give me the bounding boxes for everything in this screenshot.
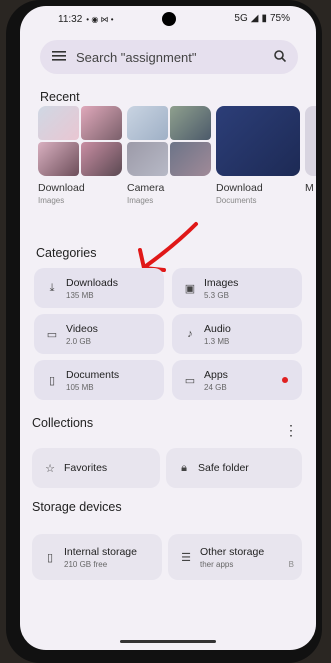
storage-label: Internal storage xyxy=(64,545,137,558)
storage-extra: B xyxy=(288,560,294,569)
recent-item-subtitle: Images xyxy=(38,196,65,205)
category-label: Videos xyxy=(66,322,98,335)
storage-internal[interactable]: ▯ Internal storage 210 GB free xyxy=(32,534,162,580)
category-documents[interactable]: ▯ Documents 105 MB xyxy=(34,360,164,400)
phone-icon: ▯ xyxy=(46,551,54,564)
download-icon: ⤓ xyxy=(49,281,55,294)
lock-icon: 🔒︎ xyxy=(181,461,187,474)
category-size: 135 MB xyxy=(66,290,94,300)
camera-cutout xyxy=(162,12,176,26)
category-size: 105 MB xyxy=(66,382,94,392)
video-icon: ▭ xyxy=(46,328,58,341)
search-bar[interactable]: Search "assignment" xyxy=(40,40,298,74)
phone-frame: 11:32 • ◉ ⋈ • 5G ◢ ▮ 75% Search "assignm… xyxy=(6,0,322,663)
storage-sub: ther apps xyxy=(200,559,234,569)
recent-list: Download Images Camera Images Download D… xyxy=(38,106,316,205)
apps-icon: ▭ xyxy=(184,374,196,387)
recent-item[interactable]: M xyxy=(305,106,316,205)
notification-icons: • ◉ ⋈ • xyxy=(86,15,114,24)
category-label: Images xyxy=(204,276,239,289)
category-label: Documents xyxy=(66,368,120,381)
recent-thumbnail xyxy=(216,106,300,176)
network-label: 5G xyxy=(234,13,248,24)
recent-item-subtitle: Images xyxy=(127,196,154,205)
category-apps[interactable]: ▭ Apps 24 GB xyxy=(172,360,302,400)
category-size: 1.3 MB xyxy=(204,336,230,346)
category-label: Downloads xyxy=(66,276,118,289)
categories-grid: ⤓ Downloads 135 MB ▣ Images 5.3 GB ▭ Vid… xyxy=(34,268,302,400)
document-icon: ▯ xyxy=(48,374,56,387)
list-icon: ☰ xyxy=(181,551,191,564)
recent-item-title: Download xyxy=(38,182,85,194)
category-images[interactable]: ▣ Images 5.3 GB xyxy=(172,268,302,308)
recent-item-subtitle: Documents xyxy=(216,196,257,205)
recent-item-title: Download xyxy=(216,182,263,194)
storage-label: Other storage xyxy=(200,545,265,558)
status-bar: 11:32 • ◉ ⋈ • 5G ◢ ▮ 75% xyxy=(20,6,316,28)
image-icon: ▣ xyxy=(184,282,196,295)
battery-icon: ▮ xyxy=(261,13,267,24)
gesture-bar[interactable] xyxy=(120,640,216,643)
category-label: Audio xyxy=(204,322,231,335)
signal-icon: ◢ xyxy=(250,13,259,24)
collections-grid: ☆ Favorites 🔒︎ Safe folder xyxy=(32,448,302,488)
recent-item[interactable]: Download Images xyxy=(38,106,122,205)
search-input[interactable]: Search "assignment" xyxy=(76,50,274,65)
clock: 11:32 xyxy=(58,14,83,25)
recent-heading: Recent xyxy=(40,90,80,104)
category-size: 5.3 GB xyxy=(204,290,229,300)
recent-item[interactable]: Camera Images xyxy=(127,106,211,205)
music-icon: ♪ xyxy=(187,328,193,340)
collection-safe-folder[interactable]: 🔒︎ Safe folder xyxy=(166,448,302,488)
recent-item-title: Camera xyxy=(127,182,165,194)
storage-free: 210 GB free xyxy=(64,559,108,569)
screen: 11:32 • ◉ ⋈ • 5G ◢ ▮ 75% Search "assignm… xyxy=(20,6,316,650)
recent-thumbnail xyxy=(38,106,122,176)
collection-label: Favorites xyxy=(64,462,108,474)
star-icon: ☆ xyxy=(45,462,55,475)
recent-thumbnail xyxy=(305,106,316,176)
category-downloads[interactable]: ⤓ Downloads 135 MB xyxy=(34,268,164,308)
collection-label: Safe folder xyxy=(198,462,249,474)
recent-item[interactable]: Download Documents xyxy=(216,106,300,205)
category-size: 2.0 GB xyxy=(66,336,91,346)
category-audio[interactable]: ♪ Audio 1.3 MB xyxy=(172,314,302,354)
recent-thumbnail xyxy=(127,106,211,176)
category-label: Apps xyxy=(204,368,228,381)
search-icon[interactable] xyxy=(274,49,287,65)
collections-heading: Collections xyxy=(32,416,94,430)
recent-item-title: M xyxy=(305,182,314,194)
storage-grid: ▯ Internal storage 210 GB free ☰ Other s… xyxy=(32,534,302,580)
category-size: 24 GB xyxy=(204,382,227,392)
battery-label: 75% xyxy=(269,13,290,24)
category-videos[interactable]: ▭ Videos 2.0 GB xyxy=(34,314,164,354)
menu-icon[interactable] xyxy=(52,50,66,65)
storage-other[interactable]: ☰ Other storage ther apps B xyxy=(168,534,302,580)
collection-favorites[interactable]: ☆ Favorites xyxy=(32,448,160,488)
categories-heading: Categories xyxy=(36,246,97,260)
notification-dot xyxy=(282,377,288,383)
more-options-icon[interactable]: ⋮ xyxy=(284,422,298,439)
storage-heading: Storage devices xyxy=(32,500,122,514)
